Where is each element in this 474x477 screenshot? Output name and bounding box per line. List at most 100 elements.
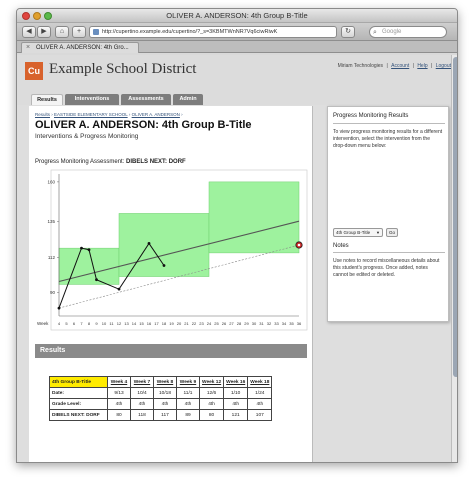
table-cell: 118 (130, 409, 154, 421)
x-tick-label: 35 (289, 321, 294, 326)
column-header[interactable]: Week 18 (247, 376, 273, 388)
table-cell: 4th (198, 398, 225, 410)
user-name: Miriam Technologies (337, 63, 384, 69)
column-header[interactable]: Week 4 (107, 376, 131, 388)
search-input[interactable]: ⌕ Google (369, 26, 447, 38)
chevron-down-icon: ▼ (376, 230, 380, 235)
assessment-label: Progress Monitoring Assessment: DIBELS N… (35, 159, 186, 165)
row-label: Grade Level: (49, 398, 108, 410)
table-cell: 10/18 (153, 387, 177, 399)
data-point (57, 306, 61, 310)
side-panel: Progress Monitoring Results To view prog… (327, 106, 449, 322)
page-scrollbar[interactable] (451, 55, 457, 462)
breadcrumb-student[interactable]: OLIVER A. ANDERSON (132, 112, 180, 117)
url-text: http://cupertino.example.edu/cupertino/?… (102, 29, 278, 35)
column-header[interactable]: Week 7 (130, 376, 154, 388)
window-title: OLIVER A. ANDERSON: 4th Group B-Title (166, 11, 308, 20)
page-subtitle: Interventions & Progress Monitoring (35, 133, 139, 140)
results-group-header: 4th Group B-Title (49, 376, 108, 388)
browser-tab[interactable]: × OLIVER A. ANDERSON: 4th Gro... (21, 42, 139, 53)
row-label: Date: (49, 387, 108, 399)
table-row: DIBELS NEXT: DORF 80 118 117 89 80 121 1… (49, 409, 273, 421)
x-tick-label: 24 (207, 321, 212, 326)
data-point (147, 242, 151, 245)
breadcrumb-school[interactable]: EASTSIDE ELEMENTARY SCHOOL (54, 112, 128, 117)
reload-button[interactable]: ↻ (341, 26, 355, 38)
table-cell: 4th (107, 398, 131, 410)
table-cell: 4th (153, 398, 177, 410)
forward-button[interactable]: ▶ (37, 26, 51, 38)
notes-heading: Notes (333, 243, 349, 249)
table-cell: 107 (247, 409, 273, 421)
table-cell: 117 (153, 409, 177, 421)
table-cell: 11/1 (176, 387, 200, 399)
tab-results[interactable]: Results (31, 94, 63, 105)
app-nav: Results Interventions Assessments Admin (17, 93, 457, 105)
results-table: 4th Group B-Title Week 4 Week 7 Week 8 W… (49, 376, 273, 421)
divider (333, 123, 445, 124)
progress-chart: 90112135160Week 4 5 6 7 8 9 10 11 12 13 14 15 16 17 18 1… (37, 169, 308, 331)
y-tick-label: 160 (47, 179, 55, 184)
app-header: Cu Example School District Miriam Techno… (17, 55, 457, 93)
account-link[interactable]: Account (391, 63, 409, 69)
x-tick-label: 16 (147, 321, 152, 326)
header-links: Miriam Technologies | Account | Help | L… (337, 63, 451, 69)
x-tick-label: 22 (192, 321, 197, 326)
x-tick-label: 12 (117, 321, 122, 326)
tab-interventions[interactable]: Interventions (65, 94, 119, 105)
table-cell: 4th (223, 398, 249, 410)
close-tab-icon[interactable]: × (26, 43, 30, 53)
breadcrumb-results[interactable]: Results (35, 112, 50, 117)
page-title: OLIVER A. ANDERSON: 4th Group B-Title (35, 119, 252, 131)
y-tick-label: 112 (48, 255, 56, 260)
progress-results-heading: Progress Monitoring Results (333, 113, 409, 119)
browser-tab-bar: × OLIVER A. ANDERSON: 4th Gro... (17, 41, 457, 53)
column-header[interactable]: Week 12 (198, 376, 225, 388)
x-tick-label: 18 (162, 321, 167, 326)
x-axis-label: Week (37, 321, 49, 326)
divider (333, 252, 445, 253)
table-row: Grade Level: 4th 4th 4th 4th 4th 4th 4th (49, 398, 273, 410)
column-header[interactable]: Week 16 (223, 376, 249, 388)
home-button[interactable]: ⌂ (55, 26, 69, 38)
scrollbar-thumb[interactable] (453, 57, 457, 377)
x-tick-label: 33 (274, 321, 279, 326)
x-tick-label: 29 (244, 321, 249, 326)
x-tick-label: 28 (237, 321, 242, 326)
goal-band (118, 213, 210, 277)
go-button[interactable]: Go (386, 228, 398, 237)
forward-arrow-icon: ▶ (41, 28, 47, 35)
table-cell: 89 (176, 409, 200, 421)
x-tick-label: 21 (184, 321, 189, 326)
back-arrow-icon: ◀ (26, 28, 32, 35)
table-cell: 80 (198, 409, 225, 421)
table-cell: 9/13 (107, 387, 131, 399)
back-button[interactable]: ◀ (22, 26, 36, 38)
address-bar[interactable]: http://cupertino.example.edu/cupertino/?… (89, 26, 337, 38)
table-cell: 1/10 (223, 387, 249, 399)
goal-marker-center (297, 243, 301, 247)
home-icon: ⌂ (59, 28, 65, 35)
logout-link[interactable]: Logout (436, 63, 451, 69)
row-label: DIBELS NEXT: DORF (49, 409, 108, 421)
web-page: Cu Example School District Miriam Techno… (17, 55, 457, 462)
x-tick-label: 30 (252, 321, 257, 326)
tab-admin[interactable]: Admin (173, 94, 203, 105)
add-bookmark-button[interactable]: + (72, 26, 86, 38)
intervention-select[interactable]: 4th Group B-Title ▼ (333, 228, 383, 237)
table-cell: 80 (107, 409, 131, 421)
column-header[interactable]: Week 9 (176, 376, 200, 388)
y-tick-label: 90 (50, 290, 56, 295)
x-tick-label: 14 (132, 321, 137, 326)
x-tick-label: 13 (124, 321, 129, 326)
table-cell: 4th (130, 398, 154, 410)
x-tick-label: 34 (282, 321, 287, 326)
tab-assessments[interactable]: Assessments (121, 94, 171, 105)
table-cell: 121 (223, 409, 249, 421)
y-tick-label: 135 (47, 219, 55, 224)
column-header[interactable]: Week 8 (153, 376, 177, 388)
x-tick-label: 10 (102, 321, 107, 326)
site-favicon-icon (93, 29, 99, 35)
help-link[interactable]: Help (417, 63, 427, 69)
assessment-name: DIBELS NEXT: DORF (126, 159, 186, 165)
